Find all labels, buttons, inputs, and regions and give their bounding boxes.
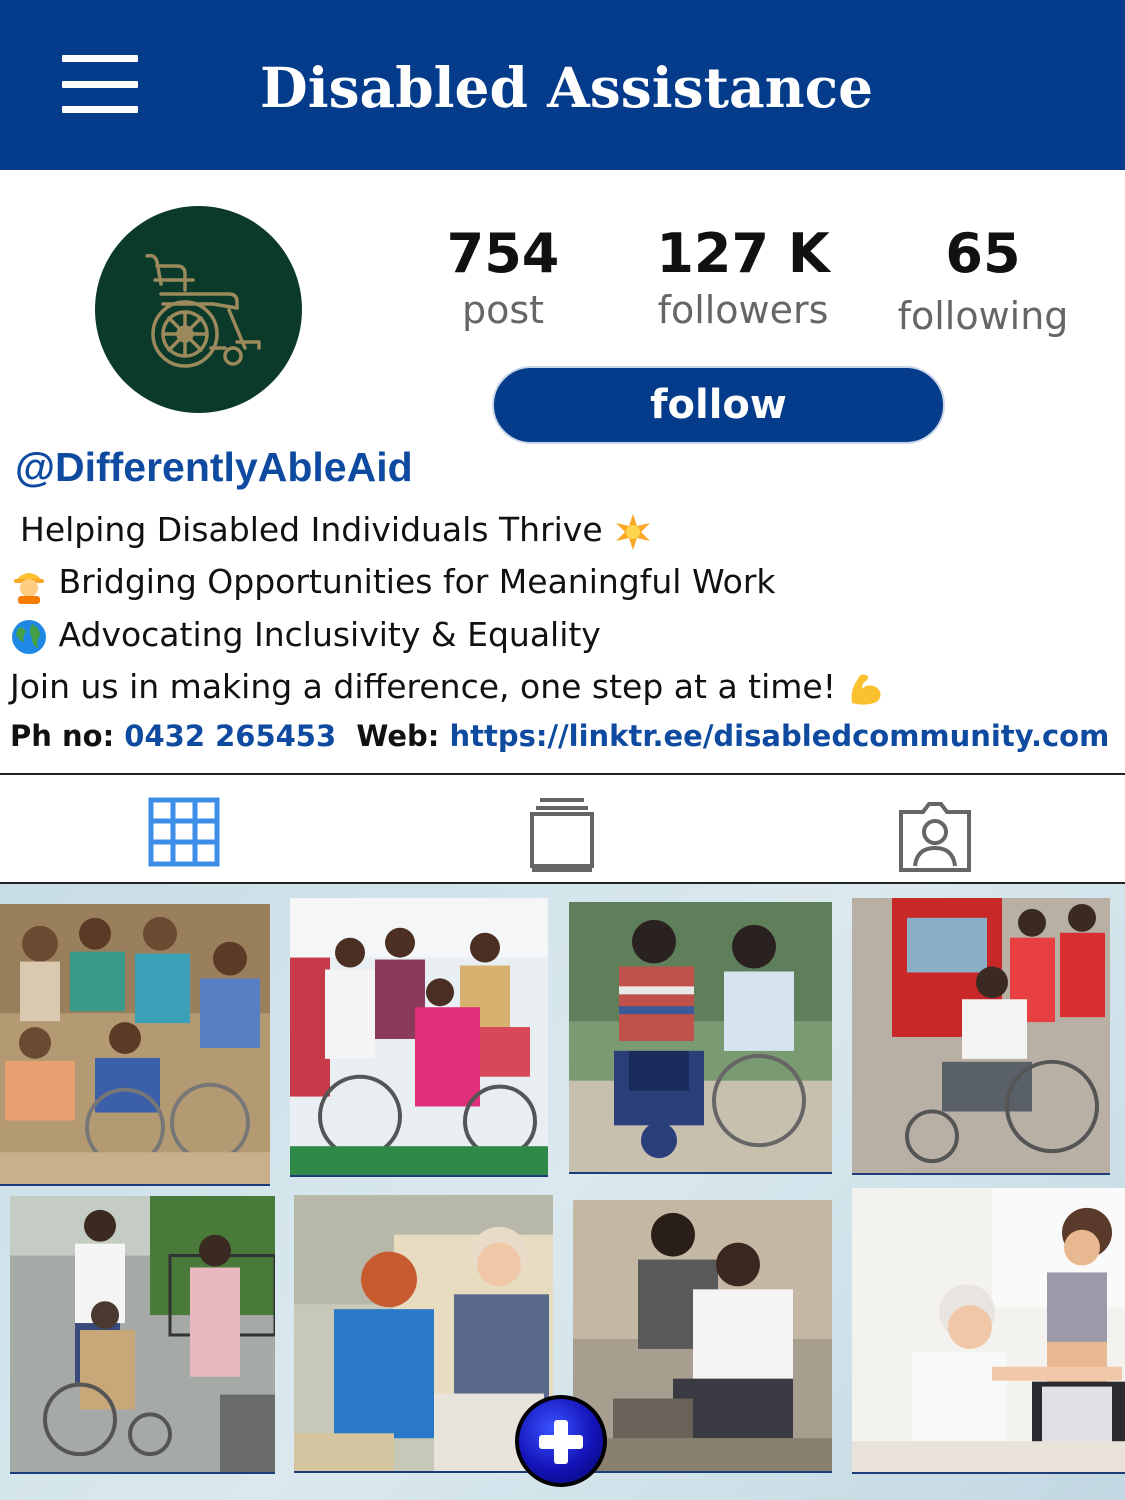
wheelchair-icon [145,253,261,368]
hamburger-menu-icon[interactable] [62,55,138,113]
bio-line-1: Helping Disabled Individuals Thrive [20,508,653,552]
phone-link[interactable]: 0432 265453 [124,719,336,753]
globe-icon [12,619,46,654]
tricycle-photo-image [290,898,548,1175]
wheelchair-photo-image [852,898,1110,1173]
following-count: 65 [945,222,1021,285]
bio-line-4: Join us in making a difference, one step… [10,665,886,709]
post-thumbnail[interactable] [852,898,1110,1175]
grid-icon [148,797,220,867]
divider [0,773,1125,775]
following-label: following [897,294,1069,338]
tab-tagged[interactable] [895,794,975,874]
stat-followers[interactable]: 127 K followers [633,222,853,334]
followers-count: 127 K [656,222,830,285]
caregiver-photo-image [294,1195,553,1471]
stat-following[interactable]: 65 following [873,222,1093,340]
post-thumbnail[interactable] [573,1200,832,1473]
profile-tabs [10,784,1114,882]
followers-label: followers [657,288,829,332]
glowing-star-icon [616,513,651,550]
app-header: Disabled Assistance [0,0,1125,170]
bio-text-3: Advocating Inclusivity & Equality [58,615,601,654]
phone-label: Ph no: [10,719,115,753]
helper-photo-image [573,1200,832,1471]
tab-feed[interactable] [522,794,602,874]
post-thumbnail[interactable] [290,898,548,1177]
post-thumbnail[interactable] [0,904,270,1186]
feed-icon [530,798,594,872]
flexed-biceps-icon [852,674,882,705]
posts-label: post [461,288,545,332]
post-thumbnail[interactable] [852,1188,1125,1474]
app-title: Disabled Assistance [260,55,874,120]
profile-avatar[interactable] [95,206,302,413]
bio-text-4: Join us in making a difference, one step… [10,667,836,706]
posts-count: 754 [446,222,560,285]
group-photo-image [0,904,270,1184]
profile-handle: @DifferentlyAbleAid [15,444,413,490]
stat-posts[interactable]: 754 post [393,222,613,334]
post-thumbnail[interactable] [10,1196,275,1474]
web-label: Web: [356,719,440,753]
post-thumbnail[interactable] [569,902,832,1174]
bio-line-2: Bridging Opportunities for Meaningful Wo… [10,560,776,604]
bio-text-2: Bridging Opportunities for Meaningful Wo… [58,562,776,601]
post-thumbnail[interactable] [294,1195,553,1473]
street-wheelchair-photo-image [10,1196,275,1472]
tab-grid[interactable] [147,794,227,874]
bio-line-3: Advocating Inclusivity & Equality [10,613,601,657]
web-link[interactable]: https://linktr.ee/disabledcommunity.com [449,719,1109,753]
scooter-photo-image [569,902,832,1172]
contact-line: Ph no: 0432 265453 Web: https://linktr.e… [10,716,1109,756]
exercise-photo-image [852,1188,1125,1472]
bio-text-1: Helping Disabled Individuals Thrive [20,510,603,549]
tagged-icon [899,802,971,872]
follow-button[interactable]: follow [492,366,945,444]
add-post-button[interactable] [515,1395,607,1487]
construction-worker-icon [14,572,44,604]
